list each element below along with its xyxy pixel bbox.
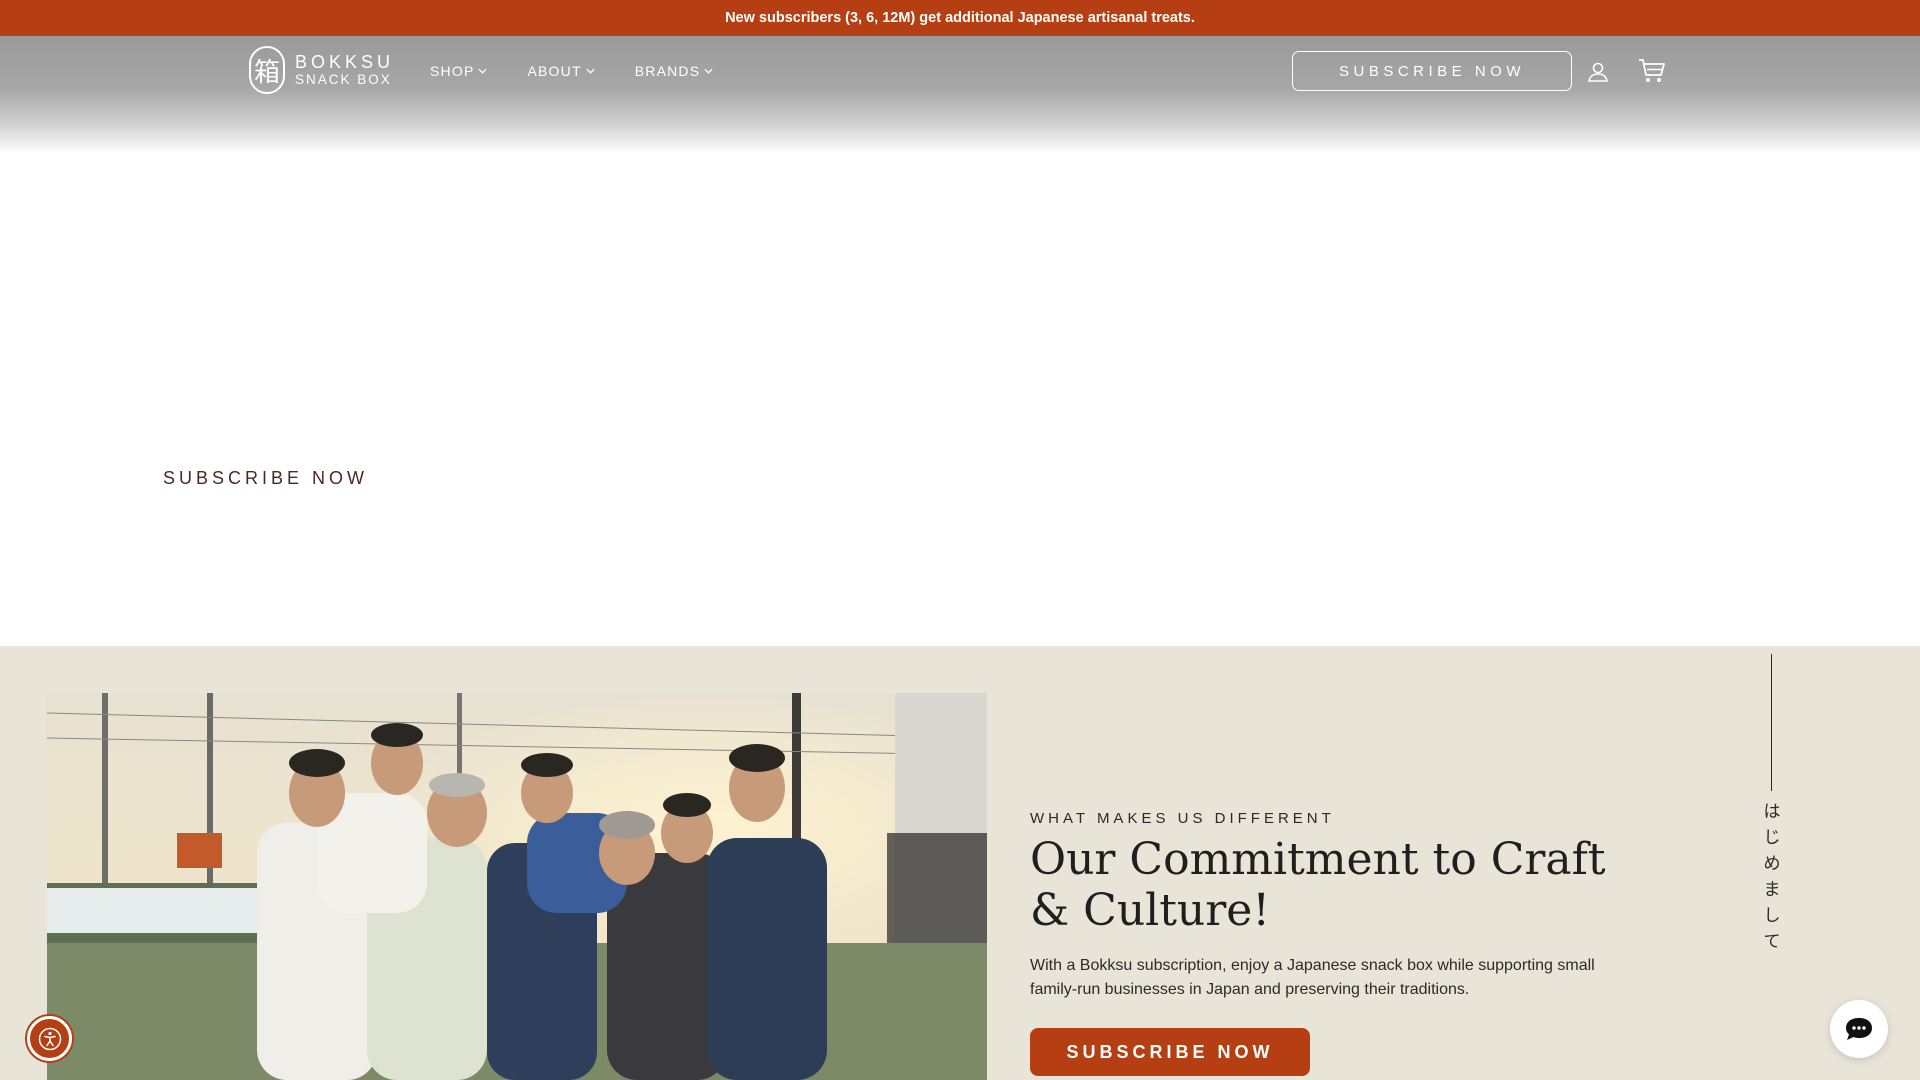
hero-subscribe-link[interactable]: SUBSCRIBE NOW [163, 468, 368, 489]
section-heading: Our Commitment to Craft & Culture! [1030, 834, 1606, 936]
nav-item-brands[interactable]: BRANDS [635, 63, 714, 79]
section-description: With a Bokksu subscription, enjoy a Japa… [1030, 957, 1595, 998]
nav-item-about[interactable]: ABOUT [527, 63, 595, 79]
logo-mark: 箱 [249, 46, 285, 94]
header-subscribe-button[interactable]: SUBSCRIBE NOW [1292, 51, 1572, 91]
accessibility-icon [38, 1027, 61, 1050]
accessibility-button[interactable] [27, 1016, 72, 1061]
nav-item-label: ABOUT [527, 63, 582, 79]
logo-subtitle: SNACK BOX [295, 72, 392, 88]
cart-icon[interactable] [1638, 58, 1666, 84]
team-photo [47, 693, 987, 1080]
vertical-japanese-text: はじめまして [1763, 802, 1781, 952]
chevron-down-icon [478, 68, 488, 74]
nav-item-shop[interactable]: SHOP [430, 63, 488, 79]
site-header: 箱 BOKKSU SNACK BOX SHOP ABOUT BRANDS SUB… [0, 36, 1920, 154]
chevron-down-icon [586, 68, 595, 74]
vertical-divider [1771, 654, 1772, 791]
about-section: WHAT MAKES US DIFFERENT Our Commitment t… [0, 646, 1920, 1080]
nav-item-label: BRANDS [634, 63, 701, 79]
section-eyebrow: WHAT MAKES US DIFFERENT [1030, 810, 1335, 827]
logo[interactable]: 箱 BOKKSU SNACK BOX [249, 46, 394, 94]
announcement-text: New subscribers (3, 6, 12M) get addition… [725, 10, 1195, 26]
logo-brand-name: BOKKSU [295, 52, 395, 73]
account-icon[interactable] [1586, 60, 1610, 84]
subscribe-now-button[interactable]: SUBSCRIBE NOW [1030, 1028, 1310, 1076]
chat-button[interactable] [1830, 1000, 1888, 1058]
chevron-down-icon [704, 68, 713, 74]
main-nav: SHOP ABOUT BRANDS [430, 63, 753, 79]
announcement-bar: New subscribers (3, 6, 12M) get addition… [0, 0, 1920, 36]
nav-item-label: SHOP [430, 63, 475, 79]
chat-icon [1846, 1018, 1872, 1040]
